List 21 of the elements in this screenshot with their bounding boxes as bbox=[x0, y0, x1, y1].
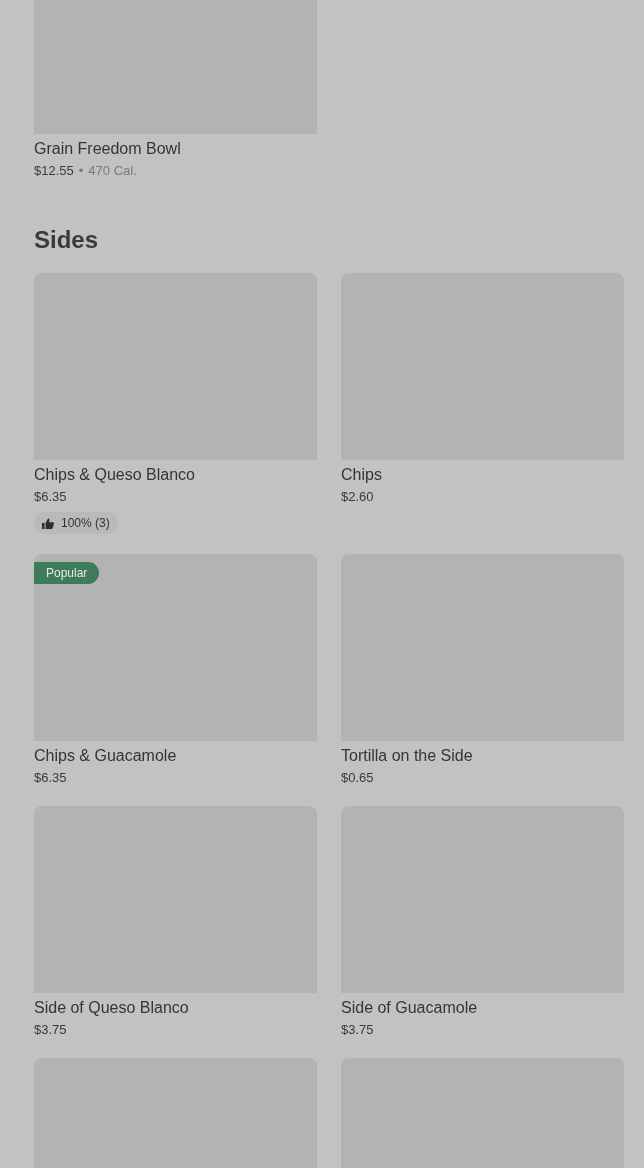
separator-dot: • bbox=[78, 162, 84, 179]
image-placeholder[interactable] bbox=[34, 554, 317, 741]
section-title: Sides bbox=[34, 225, 100, 255]
rating-chip: 100% (3) bbox=[34, 512, 118, 534]
item-price: $6.35 bbox=[34, 488, 67, 505]
item-name: Side of Guacamole bbox=[341, 998, 478, 1018]
item-price: $12.55 bbox=[34, 162, 74, 179]
item-name: Tortilla on the Side bbox=[341, 746, 473, 766]
item-name: Side of Queso Blanco bbox=[34, 998, 189, 1018]
item-price: $6.35 bbox=[34, 769, 67, 786]
item-calories: 470 Cal. bbox=[88, 162, 137, 179]
thumbs-up-icon bbox=[42, 517, 54, 529]
item-name: Chips bbox=[341, 465, 382, 485]
item-price: $3.75 bbox=[341, 1021, 374, 1038]
item-price: $0.65 bbox=[341, 769, 374, 786]
item-price: $3.75 bbox=[34, 1021, 67, 1038]
item-name: Chips & Guacamole bbox=[34, 746, 177, 766]
item-name: Chips & Queso Blanco bbox=[34, 465, 195, 485]
item-name: Grain Freedom Bowl bbox=[34, 139, 181, 159]
popular-badge: Popular bbox=[34, 562, 100, 584]
item-price: $2.60 bbox=[341, 488, 374, 505]
